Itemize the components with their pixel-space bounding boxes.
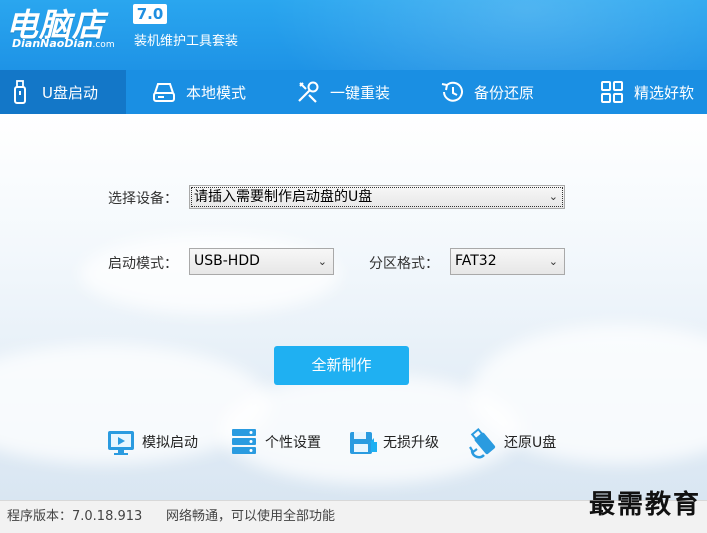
program-version: 程序版本：7.0.18.913 bbox=[7, 509, 143, 524]
lossless-upgrade-button[interactable]: 无损升级 bbox=[347, 424, 439, 460]
tab-label: U盘启动 bbox=[42, 83, 98, 102]
monitor-simulate-icon bbox=[106, 425, 140, 459]
tab-usb-boot[interactable]: U盘启动 bbox=[0, 70, 126, 114]
tab-label: 精选好软 bbox=[634, 83, 695, 102]
device-select[interactable]: 请插入需要制作启动盘的U盘 ⌄ bbox=[189, 185, 565, 209]
tab-label: 一键重装 bbox=[330, 83, 391, 102]
device-label: 选择设备： bbox=[108, 191, 178, 207]
chevron-down-icon: ⌄ bbox=[317, 255, 327, 268]
app-header: 电脑店 DianNaoDian.com 7.0 装机维护工具套装 bbox=[0, 0, 707, 70]
create-button[interactable]: 全新制作 bbox=[274, 346, 409, 385]
restore-usb-button[interactable]: 还原U盘 bbox=[468, 424, 556, 460]
app-tagline: 装机维护工具套装 bbox=[134, 34, 239, 49]
main-panel: 选择设备： 请插入需要制作启动盘的U盘 ⌄ 启动模式： USB-HDD ⌄ 分区… bbox=[0, 114, 707, 500]
header-decoration bbox=[267, 0, 707, 70]
version-badge: 7.0 bbox=[133, 4, 167, 24]
logo-subtitle: DianNaoDian.com bbox=[12, 37, 115, 50]
device-select-value: 请插入需要制作启动盘的U盘 bbox=[194, 189, 373, 205]
tab-backup-restore[interactable]: 备份还原 bbox=[412, 70, 556, 114]
boot-mode-label: 启动模式： bbox=[108, 256, 178, 272]
settings-server-icon bbox=[229, 425, 263, 459]
boot-mode-value: USB-HDD bbox=[194, 253, 260, 269]
tool-label: 无损升级 bbox=[383, 435, 439, 451]
logo-subtitle-text: DianNaoDian bbox=[12, 37, 93, 50]
tool-label: 个性设置 bbox=[265, 435, 321, 451]
boot-mode-select[interactable]: USB-HDD ⌄ bbox=[189, 248, 334, 275]
main-nav: U盘启动 本地模式 一键重装 备份还原 精选好软 bbox=[0, 70, 707, 114]
tool-label: 模拟启动 bbox=[142, 435, 198, 451]
history-icon bbox=[438, 78, 466, 106]
tab-local-mode[interactable]: 本地模式 bbox=[126, 70, 266, 114]
network-status: 网络畅通，可以使用全部功能 bbox=[166, 509, 336, 524]
usb-drive-icon bbox=[6, 78, 34, 106]
tab-one-click-reinstall[interactable]: 一键重装 bbox=[266, 70, 412, 114]
tool-label: 还原U盘 bbox=[504, 435, 557, 451]
logo-domain: .com bbox=[92, 40, 115, 50]
watermark: 最需教育 bbox=[588, 490, 701, 520]
tab-label: 备份还原 bbox=[474, 83, 535, 102]
simulate-boot-button[interactable]: 模拟启动 bbox=[106, 424, 198, 460]
chevron-down-icon: ⌄ bbox=[548, 190, 558, 203]
chevron-down-icon: ⌄ bbox=[548, 255, 558, 268]
tab-selected-software[interactable]: 精选好软 bbox=[556, 70, 707, 114]
partition-select[interactable]: FAT32 ⌄ bbox=[450, 248, 565, 275]
personal-settings-button[interactable]: 个性设置 bbox=[229, 424, 321, 460]
partition-label: 分区格式： bbox=[369, 256, 439, 272]
partition-value: FAT32 bbox=[455, 253, 497, 269]
upgrade-icon bbox=[347, 425, 381, 459]
tools-icon bbox=[294, 78, 322, 106]
restore-usb-icon bbox=[468, 425, 502, 459]
apps-grid-icon bbox=[598, 78, 626, 106]
tab-label: 本地模式 bbox=[186, 83, 247, 102]
hard-drive-icon bbox=[150, 78, 178, 106]
